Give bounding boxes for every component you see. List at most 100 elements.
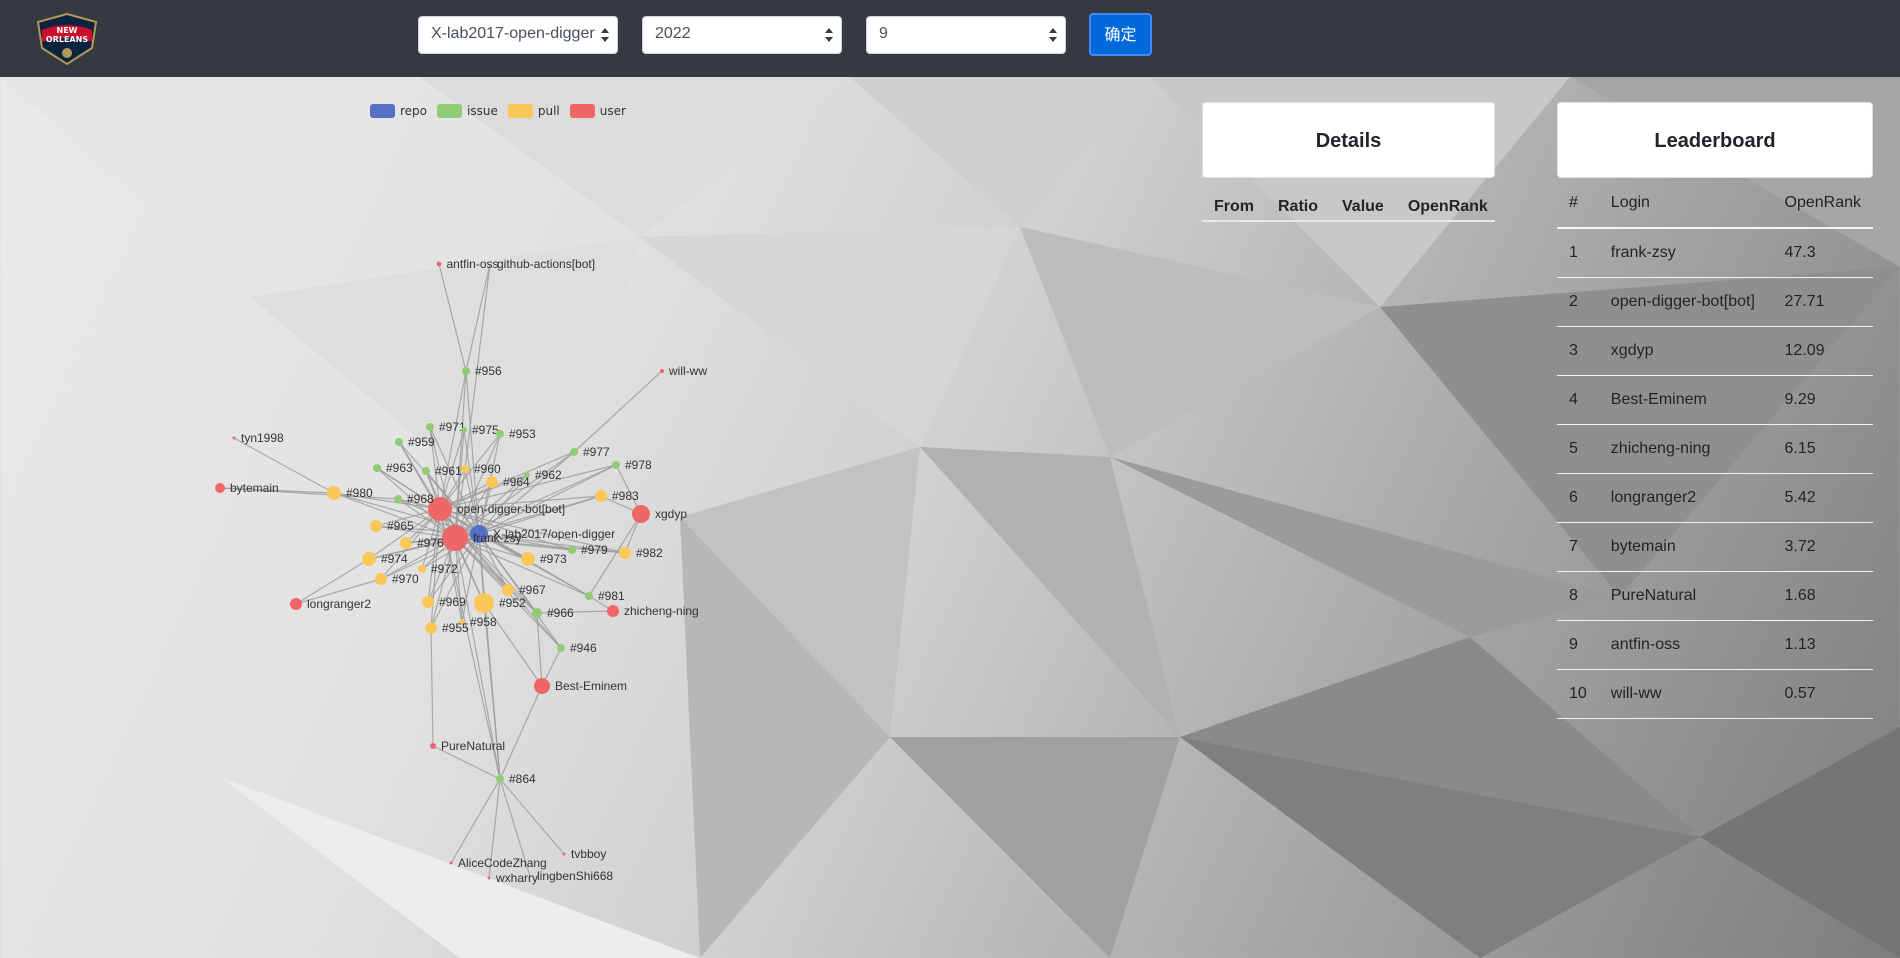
graph-node-user[interactable] [449, 861, 453, 865]
graph-node-issue[interactable] [461, 427, 467, 433]
graph-node-pull[interactable] [502, 584, 514, 596]
graph-node-user[interactable] [660, 369, 664, 373]
graph-node-label: #980 [346, 486, 373, 500]
confirm-button[interactable]: 确定 [1089, 13, 1152, 56]
table-row[interactable]: 10 will-ww 0.57 [1557, 669, 1873, 719]
graph-node-issue[interactable] [373, 464, 381, 472]
leaderboard-rank: 9 [1557, 620, 1599, 670]
year-select[interactable]: 2022 [642, 16, 842, 54]
graph-node-issue[interactable] [496, 775, 504, 783]
graph-node-label: #978 [625, 458, 652, 472]
graph-node-user[interactable] [442, 525, 468, 551]
graph-node-pull[interactable] [521, 552, 535, 566]
graph-node-issue[interactable] [585, 592, 593, 600]
leaderboard-rank: 7 [1557, 522, 1599, 572]
graph-node-issue[interactable] [557, 644, 565, 652]
team-logo[interactable]: NEW ORLEANS [32, 12, 102, 66]
graph-node-pull[interactable] [425, 622, 437, 634]
graph-node-label: #973 [540, 552, 567, 566]
leaderboard-login: antfin-oss [1598, 620, 1773, 670]
graph-node-pull[interactable] [422, 596, 434, 608]
leaderboard-table: # Login OpenRank 1 frank-zsy 47.3 2 open-dig… [1557, 178, 1873, 719]
legend-item-pull[interactable]: pull [507, 104, 560, 118]
graph-node-label: #976 [417, 536, 444, 550]
graph-node-pull[interactable] [362, 552, 376, 566]
legend-swatch [507, 104, 533, 118]
repo-select[interactable]: X-lab2017-open-digger [418, 16, 618, 54]
graph-node-issue[interactable] [394, 495, 402, 503]
graph-node-issue[interactable] [570, 448, 578, 456]
table-row[interactable]: 9 antfin-oss 1.13 [1557, 620, 1873, 670]
graph-node-user[interactable] [562, 852, 566, 856]
graph-node-label: #982 [636, 546, 663, 560]
graph-node-pull[interactable] [619, 547, 631, 559]
graph-node-issue[interactable] [462, 367, 470, 375]
graph-node-pull[interactable] [400, 537, 412, 549]
table-row[interactable]: 1 frank-zsy 47.3 [1557, 228, 1873, 278]
table-row[interactable]: 3 xgdyp 12.09 [1557, 326, 1873, 376]
graph-node-pull[interactable] [595, 490, 607, 502]
graph-node-pull[interactable] [486, 476, 498, 488]
network-graph-area: X-lab2017/open-digger frank-zsy open-digge… [0, 77, 1100, 958]
leaderboard-login: zhicheng-ning [1598, 424, 1773, 474]
repo-select-value: X-lab2017-open-digger [431, 25, 595, 42]
leaderboard-login: xgdyp [1598, 326, 1773, 376]
graph-node-user[interactable] [430, 743, 436, 749]
svg-text:NEW: NEW [57, 26, 78, 35]
table-row[interactable]: 2 open-digger-bot[bot] 27.71 [1557, 277, 1873, 327]
graph-node-label: AliceCodeZhang [458, 856, 547, 870]
graph-node-label: #956 [475, 364, 502, 378]
table-row[interactable]: 6 longranger2 5.42 [1557, 473, 1873, 523]
graph-node-pull[interactable] [474, 593, 494, 613]
graph-node-user[interactable] [534, 678, 550, 694]
graph-node-issue[interactable] [422, 467, 430, 475]
graph-edge [499, 778, 565, 855]
graph-node-user[interactable] [215, 483, 225, 493]
legend-swatch [370, 104, 395, 118]
graph-node-issue[interactable] [395, 438, 403, 446]
graph-node-label: will-ww [668, 364, 707, 378]
graph-node-issue[interactable] [532, 608, 542, 618]
graph-node-user[interactable] [607, 605, 619, 617]
graph-edge [438, 263, 467, 372]
graph-node-pull[interactable] [375, 573, 387, 585]
legend-label: pull [537, 104, 560, 118]
graph-node-label: #952 [499, 596, 526, 610]
table-row[interactable]: 8 PureNatural 1.68 [1557, 571, 1873, 621]
graph-node-user[interactable] [290, 598, 302, 610]
graph-node-pull[interactable] [370, 520, 382, 532]
graph-node-label: #964 [503, 475, 530, 489]
leaderboard-col-openrank: OpenRank [1772, 178, 1873, 229]
graph-node-label: #958 [470, 615, 497, 629]
leaderboard-rank: 4 [1557, 375, 1599, 425]
legend-item-repo[interactable]: repo [370, 104, 427, 118]
graph-node-label: lingbenShi668 [537, 869, 613, 883]
leaderboard-login: longranger2 [1598, 473, 1773, 523]
table-row[interactable]: 5 zhicheng-ning 6.15 [1557, 424, 1873, 474]
graph-node-label: Best-Eminem [555, 679, 627, 693]
network-graph[interactable]: X-lab2017/open-diggerfrank-zsyopen-digge… [0, 77, 1100, 958]
graph-node-issue[interactable] [568, 546, 576, 554]
graph-node-user[interactable] [487, 876, 491, 880]
legend-swatch [569, 104, 595, 118]
graph-node-user[interactable] [232, 436, 236, 440]
table-row[interactable]: 4 Best-Eminem 9.29 [1557, 375, 1873, 425]
graph-node-label: #946 [570, 641, 597, 655]
graph-node-user[interactable] [436, 261, 442, 267]
graph-node-issue[interactable] [612, 461, 620, 469]
graph-node-issue[interactable] [496, 430, 504, 438]
graph-node-pull[interactable] [327, 486, 341, 500]
graph-node-pull[interactable] [461, 465, 469, 473]
graph-node-user[interactable] [632, 505, 650, 523]
graph-node-issue[interactable] [426, 423, 434, 431]
legend-item-user[interactable]: user [569, 104, 626, 118]
leaderboard-col-rank: # [1557, 178, 1599, 229]
select-caret-icon [601, 28, 609, 42]
leaderboard-login: open-digger-bot[bot] [1598, 277, 1773, 327]
graph-node-label: #969 [439, 595, 466, 609]
month-select-value: 9 [879, 25, 888, 42]
month-select[interactable]: 9 [866, 16, 1066, 54]
table-row[interactable]: 7 bytemain 3.72 [1557, 522, 1873, 572]
legend-item-issue[interactable]: issue [437, 104, 498, 118]
graph-node-pull[interactable] [418, 565, 426, 573]
